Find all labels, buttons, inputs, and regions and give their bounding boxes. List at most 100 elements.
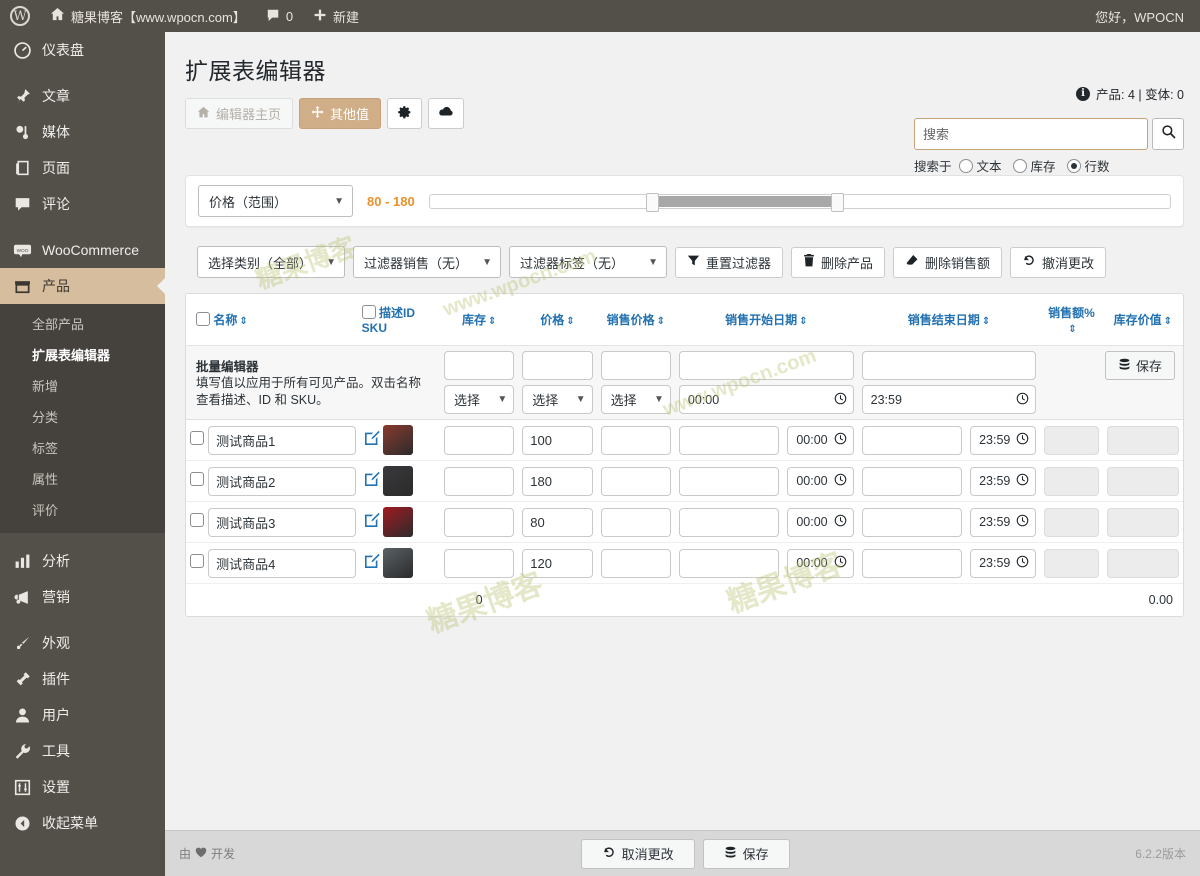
new-content-link[interactable]: 新建 bbox=[303, 0, 369, 32]
row-name-input[interactable] bbox=[208, 425, 356, 455]
sidebar-item-collapse-menu[interactable]: 收起菜单 bbox=[0, 805, 165, 841]
sidebar-item-marketing[interactable]: 营销 bbox=[0, 579, 165, 615]
sidebar-item-plugins[interactable]: 插件 bbox=[0, 661, 165, 697]
tag-filter-select[interactable]: 过滤器标签（无） ▼ bbox=[509, 246, 667, 278]
bulk-stock-input[interactable] bbox=[443, 351, 515, 380]
row-stock-input[interactable] bbox=[443, 507, 515, 537]
column-sale-percent[interactable]: 销售额% ⇕ bbox=[1040, 294, 1103, 346]
bulk-sale-start-date-input[interactable] bbox=[678, 351, 854, 380]
row-name-input[interactable] bbox=[208, 507, 356, 537]
bulk-stock-select[interactable]: 选择 ▼ bbox=[443, 385, 515, 414]
category-filter-select[interactable]: 选择类别（全部） ▼ bbox=[197, 246, 345, 278]
slider-handle-min[interactable] bbox=[645, 192, 659, 212]
sidebar-item-woocommerce[interactable]: WOO WooCommerce bbox=[0, 232, 165, 268]
row-stock-input[interactable] bbox=[443, 466, 515, 496]
row-sale-start-time[interactable]: 00:00 bbox=[787, 507, 854, 537]
column-sale-price[interactable]: 销售价格 ⇕ bbox=[596, 294, 675, 346]
sidebar-item-appearance[interactable]: 外观 bbox=[0, 625, 165, 661]
sidebar-item-users[interactable]: 用户 bbox=[0, 697, 165, 733]
submenu-item-4[interactable]: 标签 bbox=[0, 432, 165, 463]
search-scope-option-text[interactable]: 文本 bbox=[958, 156, 1002, 175]
row-sale-start-date-input[interactable] bbox=[678, 507, 780, 537]
row-checkbox[interactable] bbox=[190, 512, 204, 527]
row-sale-end-time[interactable]: 23:59 bbox=[970, 507, 1037, 537]
row-sale-end-time[interactable]: 23:59 bbox=[970, 466, 1037, 496]
sidebar-item-tools[interactable]: 工具 bbox=[0, 733, 165, 769]
row-checkbox[interactable] bbox=[190, 471, 204, 486]
undo-changes-button[interactable]: 撤消更改 bbox=[1010, 246, 1107, 278]
row-sale-price-input[interactable] bbox=[600, 425, 671, 455]
column-stock-value[interactable]: 库存价值 ⇕ bbox=[1102, 294, 1183, 346]
search-scope-option-stock[interactable]: 库存 bbox=[1012, 156, 1056, 175]
delete-products-button[interactable]: 删除产品 bbox=[791, 246, 886, 278]
row-sale-end-date-input[interactable] bbox=[861, 425, 963, 455]
row-sale-end-time[interactable]: 23:59 bbox=[970, 548, 1037, 578]
price-range-slider[interactable] bbox=[428, 192, 1171, 212]
row-sale-end-date-input[interactable] bbox=[861, 548, 963, 578]
row-sale-start-time[interactable]: 00:00 bbox=[787, 425, 854, 455]
sidebar-item-products[interactable]: 产品 bbox=[0, 268, 165, 304]
cloud-upload-button[interactable] bbox=[428, 98, 465, 129]
row-sale-end-time[interactable]: 23:59 bbox=[970, 425, 1037, 455]
sidebar-item-pages[interactable]: 页面 bbox=[0, 150, 165, 186]
row-stock-input[interactable] bbox=[443, 425, 515, 455]
row-name-input[interactable] bbox=[208, 466, 356, 496]
submenu-item-5[interactable]: 属性 bbox=[0, 463, 165, 494]
column-sale-start-date[interactable]: 销售开始日期 ⇕ bbox=[674, 294, 858, 346]
column-price[interactable]: 价格 ⇕ bbox=[518, 294, 597, 346]
row-checkbox[interactable] bbox=[190, 553, 204, 568]
row-sale-price-input[interactable] bbox=[600, 507, 671, 537]
select-all-checkbox[interactable] bbox=[196, 312, 210, 326]
edit-note-icon[interactable] bbox=[364, 430, 380, 450]
bulk-price-input[interactable] bbox=[522, 351, 593, 380]
search-submit-button[interactable] bbox=[1152, 118, 1184, 150]
settings-button[interactable] bbox=[387, 98, 423, 129]
row-sale-end-date-input[interactable] bbox=[861, 507, 963, 537]
submenu-item-0[interactable]: 全部产品 bbox=[0, 308, 165, 339]
row-sale-start-time[interactable]: 00:00 bbox=[787, 548, 854, 578]
sidebar-item-dashboard[interactable]: 仪表盘 bbox=[0, 32, 165, 68]
reset-filters-button[interactable]: 重置过滤器 bbox=[675, 246, 784, 278]
bulk-sale-price-input[interactable] bbox=[600, 351, 671, 380]
editor-home-button[interactable]: 编辑器主页 bbox=[185, 98, 294, 129]
description-checkbox[interactable] bbox=[361, 305, 376, 319]
submenu-item-6[interactable]: 评价 bbox=[0, 494, 165, 525]
column-description-id-sku[interactable]: 描述ID SKU bbox=[359, 294, 440, 346]
row-price-input[interactable] bbox=[522, 548, 593, 578]
bulk-sale-end-time[interactable]: 23:59 bbox=[861, 385, 1037, 414]
column-sale-end-date[interactable]: 销售结束日期 ⇕ bbox=[857, 294, 1041, 346]
row-sale-start-date-input[interactable] bbox=[678, 548, 780, 578]
submenu-item-3[interactable]: 分类 bbox=[0, 401, 165, 432]
edit-note-icon[interactable] bbox=[364, 471, 380, 491]
sidebar-item-settings[interactable]: 设置 bbox=[0, 769, 165, 805]
sidebar-item-posts[interactable]: 文章 bbox=[0, 78, 165, 114]
bulk-sale-end-date-input[interactable] bbox=[861, 351, 1037, 380]
sidebar-item-comments[interactable]: 评论 bbox=[0, 186, 165, 222]
bulk-sale-price-select[interactable]: 选择 ▼ bbox=[600, 385, 671, 414]
row-price-input[interactable] bbox=[522, 466, 593, 496]
slider-handle-max[interactable] bbox=[830, 192, 844, 212]
row-stock-input[interactable] bbox=[443, 548, 515, 578]
edit-note-icon[interactable] bbox=[364, 512, 380, 532]
search-input[interactable] bbox=[914, 118, 1148, 150]
row-price-input[interactable] bbox=[522, 425, 593, 455]
row-sale-end-date-input[interactable] bbox=[861, 466, 963, 496]
other-values-button[interactable]: 其他值 bbox=[299, 98, 382, 129]
row-checkbox[interactable] bbox=[190, 430, 204, 445]
price-range-select[interactable]: 价格（范围） ▼ bbox=[198, 185, 353, 217]
bulk-save-button[interactable]: 保存 bbox=[1104, 351, 1175, 380]
sidebar-item-analytics[interactable]: 分析 bbox=[0, 543, 165, 579]
row-price-input[interactable] bbox=[522, 507, 593, 537]
column-name[interactable]: 名称 ⇕ bbox=[186, 294, 360, 346]
wordpress-logo-button[interactable]: W bbox=[0, 0, 40, 32]
bulk-price-select[interactable]: 选择 ▼ bbox=[522, 385, 593, 414]
save-button[interactable]: 保存 bbox=[702, 838, 790, 869]
sale-filter-select[interactable]: 过滤器销售（无） ▼ bbox=[353, 246, 501, 278]
bulk-sale-start-time[interactable]: 00:00 bbox=[678, 385, 854, 414]
row-sale-start-date-input[interactable] bbox=[678, 425, 780, 455]
submenu-item-1[interactable]: 扩展表编辑器 bbox=[0, 339, 165, 370]
row-sale-price-input[interactable] bbox=[600, 548, 671, 578]
cancel-changes-button[interactable]: 取消更改 bbox=[580, 838, 695, 869]
row-sale-start-date-input[interactable] bbox=[678, 466, 780, 496]
sidebar-item-media[interactable]: 媒体 bbox=[0, 114, 165, 150]
